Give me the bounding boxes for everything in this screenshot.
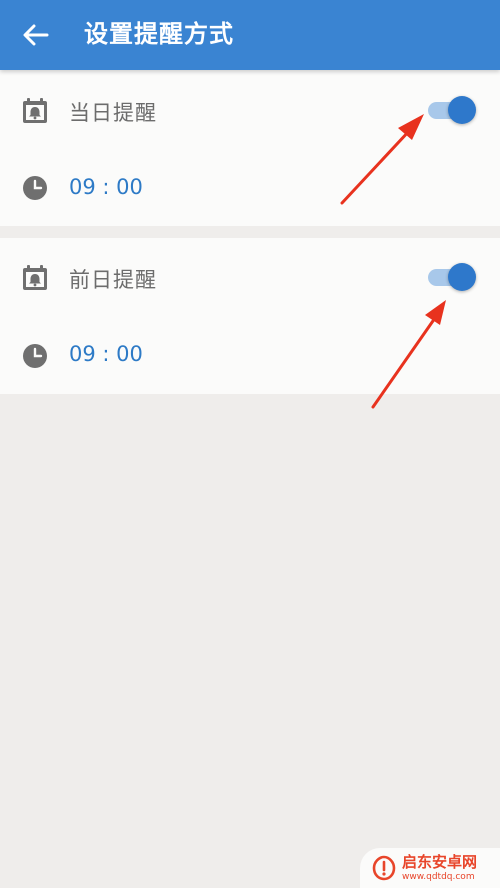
app-bar: 设置提醒方式 bbox=[0, 0, 500, 70]
watermark-logo-icon bbox=[372, 855, 396, 881]
toggle-knob bbox=[448, 96, 476, 124]
reminder-label: 当日提醒 bbox=[69, 101, 157, 125]
reminder-label: 前日提醒 bbox=[69, 268, 157, 292]
page-title: 设置提醒方式 bbox=[84, 20, 234, 48]
back-button[interactable] bbox=[14, 15, 58, 55]
watermark: 启东安卓网 www.qdtdq.com bbox=[360, 848, 500, 888]
calendar-bell-icon bbox=[23, 98, 47, 123]
reminder-card-same-day: 当日提醒 09 : 00 bbox=[0, 70, 500, 226]
reminder-time[interactable]: 09 : 00 bbox=[69, 175, 143, 199]
watermark-url: www.qdtdq.com bbox=[402, 871, 475, 882]
clock-icon bbox=[23, 176, 47, 200]
same-day-reminder-toggle[interactable] bbox=[424, 94, 476, 126]
toggle-knob bbox=[448, 263, 476, 291]
reminder-time[interactable]: 09 : 00 bbox=[69, 342, 143, 366]
previous-day-reminder-toggle[interactable] bbox=[424, 261, 476, 293]
calendar-bell-icon bbox=[23, 265, 47, 290]
arrow-left-icon bbox=[23, 24, 49, 46]
watermark-name: 启东安卓网 bbox=[402, 852, 478, 871]
clock-icon bbox=[23, 344, 47, 368]
watermark-text: 启东安卓网 www.qdtdq.com bbox=[402, 852, 478, 882]
reminder-card-previous-day: 前日提醒 09 : 00 bbox=[0, 238, 500, 394]
